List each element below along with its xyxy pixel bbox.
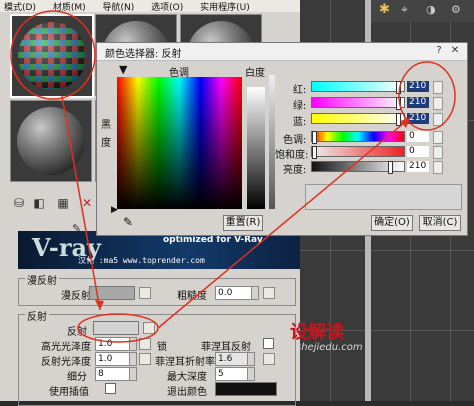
watermark-logo: 设解读	[290, 322, 344, 343]
annotation-arrowhead	[400, 118, 410, 128]
annotation-arrow-down	[61, 95, 101, 311]
annotation-circle-slot	[10, 10, 96, 100]
annotation-circle-reflect	[77, 313, 159, 343]
annotation-overlay	[10, 10, 456, 343]
watermark-url: shejiedu.com	[296, 342, 363, 353]
annotation-arrow-up	[157, 117, 411, 329]
annotation-arrowhead	[95, 300, 104, 310]
